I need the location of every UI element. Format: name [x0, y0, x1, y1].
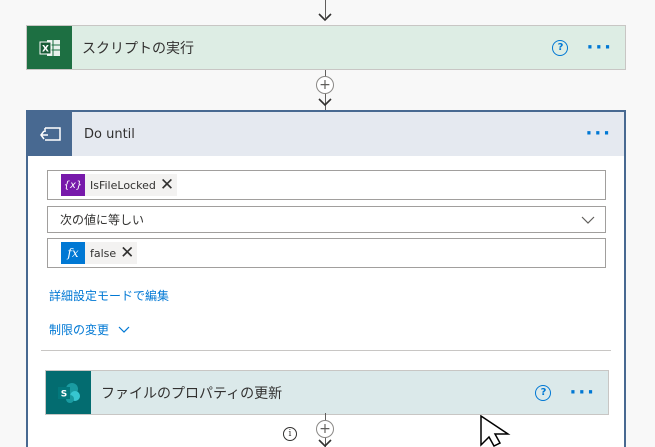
more-options-icon[interactable]: ··· [585, 125, 612, 143]
run-script-action[interactable]: X スクリプトの実行 ? ··· [26, 25, 626, 70]
change-limits-link[interactable]: 制限の変更 [49, 321, 130, 338]
sharepoint-icon: S [46, 371, 91, 414]
token-label: false [90, 246, 117, 260]
more-options-icon[interactable]: ··· [586, 38, 613, 57]
update-file-properties-title: ファイルのプロパティの更新 [101, 385, 283, 402]
isfilelocked-token[interactable]: {x} IsFileLocked ✕ [61, 174, 178, 196]
remove-token-icon[interactable]: ✕ [160, 176, 174, 194]
run-script-title: スクリプトの実行 [82, 40, 194, 57]
svg-text:X: X [42, 44, 49, 54]
do-until-header[interactable]: Do until ··· [28, 112, 624, 156]
false-token[interactable]: fx false ✕ [61, 242, 138, 264]
help-icon[interactable]: ? [552, 39, 569, 56]
more-options-icon[interactable]: ··· [569, 383, 596, 402]
arrow-down-icon [318, 439, 332, 447]
token-label: IsFileLocked [90, 178, 156, 192]
chevron-down-icon [581, 216, 595, 224]
condition-right-field[interactable]: fx false ✕ [47, 238, 606, 268]
update-file-properties-action[interactable]: S ファイルのプロパティの更新 ? ··· [45, 370, 609, 415]
advanced-mode-link[interactable]: 詳細設定モードで編集 [49, 287, 169, 304]
add-step-button[interactable]: + [316, 420, 334, 438]
excel-icon: X [27, 26, 72, 69]
help-icon[interactable]: ? [535, 384, 552, 401]
do-until-title: Do until [84, 126, 135, 142]
arrow-down-icon [318, 98, 332, 107]
mouse-cursor-icon [480, 415, 511, 447]
do-until-container: Do until ··· {x} IsFileLocked ✕ 次の値に等しい … [26, 110, 626, 447]
remove-token-icon[interactable]: ✕ [120, 244, 134, 262]
condition-left-field[interactable]: {x} IsFileLocked ✕ [47, 170, 606, 200]
loop-icon [28, 112, 72, 156]
chevron-down-icon [118, 326, 130, 333]
svg-text:S: S [60, 389, 66, 399]
add-step-button[interactable]: + [316, 76, 334, 94]
operator-value: 次の値に等しい [60, 213, 145, 227]
arrow-down-icon [318, 13, 332, 22]
divider [41, 350, 611, 351]
variable-icon: {x} [61, 174, 85, 196]
expression-icon: fx [61, 242, 85, 264]
change-limits-label: 制限の変更 [49, 323, 110, 337]
operator-dropdown[interactable]: 次の値に等しい [47, 206, 606, 233]
info-icon[interactable]: i [283, 427, 297, 441]
